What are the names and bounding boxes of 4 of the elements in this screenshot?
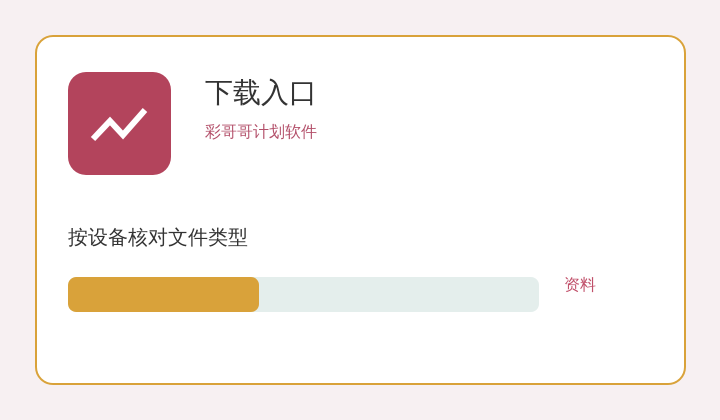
- app-subtitle: 彩哥哥计划软件: [205, 121, 317, 143]
- info-link[interactable]: 资料: [564, 275, 596, 295]
- app-title: 下载入口: [205, 75, 317, 111]
- description: 按设备核对文件类型: [68, 224, 249, 251]
